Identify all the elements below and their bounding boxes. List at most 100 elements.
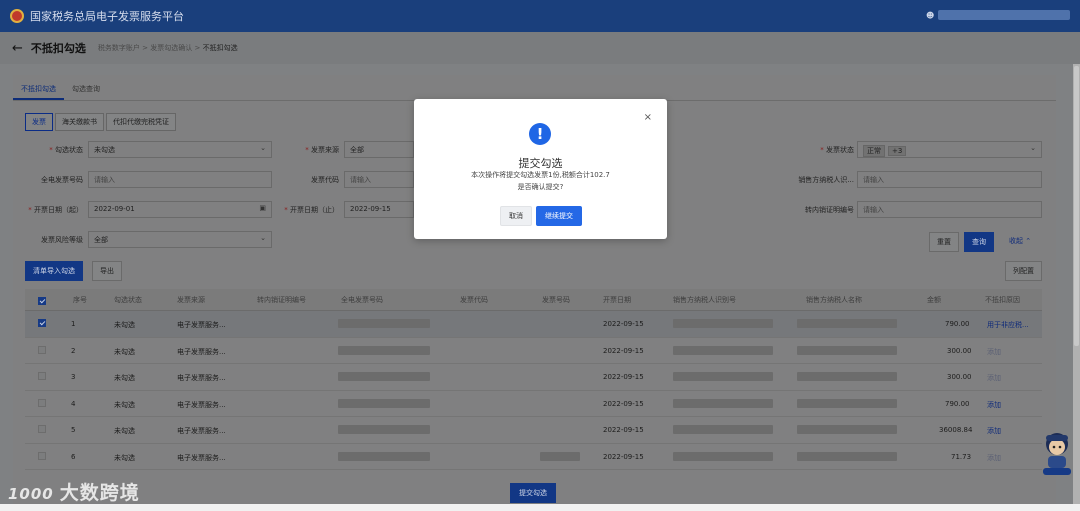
close-icon[interactable]: × [644,112,652,123]
chevron-down-icon: ⌄ [1030,144,1036,152]
status-tag: 正常 [863,145,885,157]
einvoice-no-input[interactable]: 请输入 [88,171,272,188]
invoice-status-label-text: 发票状态 [826,146,854,154]
redacted-seller-id [673,425,773,434]
user-menu[interactable]: ☻ [926,10,1070,20]
page-header: ← 不抵扣勾选 税务数字账户 > 发票勾选确认 > 不抵扣勾选 [0,32,1080,64]
tab-select-query[interactable]: 勾选查询 [64,75,108,100]
redacted-seller-name [797,425,897,434]
col-header: 销售方纳税人名称 [806,296,862,304]
breadcrumb-item[interactable]: 税务数字账户 [98,44,140,52]
watermark: 1000 大数跨境 [8,478,140,505]
row-checkbox[interactable] [38,345,46,354]
row-checkbox[interactable] [38,372,46,380]
submit-confirm-dialog: × ! 提交勾选 本次操作将提交勾选发票1份,税额合计102.7 是否确认提交?… [414,99,667,239]
date-start-label: * 开票日期（起） [28,206,83,214]
invoice-status-select[interactable]: 正常 +3 ⌄ [857,141,1042,158]
date-start-value: 2022-09-01 [94,205,135,213]
row-reason-link[interactable]: 添加 [987,453,1001,463]
row-source: 电子发票服务... [177,374,226,382]
row-status: 未勾选 [114,347,135,356]
row-reason-link[interactable]: 添加 [987,373,1001,383]
row-no: 4 [71,399,76,408]
export-button[interactable]: 导出 [92,261,122,281]
row-reason-link[interactable]: 用于非应税... [987,320,1029,330]
row-date: 2022-09-15 [603,346,644,355]
row-checkbox[interactable] [38,425,46,433]
row-reason-link[interactable]: 添加 [987,426,1001,436]
source-select[interactable]: 全部 [344,141,414,158]
alert-icon: ! [529,123,551,145]
import-select-button[interactable]: 清单导入勾选 [25,261,83,281]
table-header: 序号 勾选状态 发票来源 转内销证明编号 全电发票号码 发票代码 发票号码 开票… [25,289,1042,311]
subtab-withholding-certificate[interactable]: 代扣代缴完税凭证 [106,113,176,131]
redacted-invoice-no [338,425,430,434]
reset-button[interactable]: 重置 [929,232,959,252]
row-no: 1 [71,320,76,328]
redacted-seller-id [673,319,773,328]
submit-selection-button[interactable]: 提交勾选 [510,483,556,503]
seller-id-label: 销售方纳税人识... [798,176,854,184]
row-no: 3 [71,373,76,381]
table-row[interactable]: 4 未勾选 电子发票服务... 2022-09-15 790.00 添加 [25,390,1042,417]
redacted-invoice-no [338,451,430,461]
subtab-invoice[interactable]: 发票 [25,113,53,131]
row-date: 2022-09-15 [603,452,644,461]
row-date: 2022-09-15 [603,426,644,434]
col-header: 销售方纳税人识别号 [673,296,736,304]
col-header: 序号 [73,296,87,304]
collapse-toggle[interactable]: 收起 ⌃ [1009,236,1031,246]
row-reason-link[interactable]: 添加 [987,400,1001,410]
row-status: 未勾选 [114,374,135,382]
invoice-code-input[interactable]: 请输入 [344,171,414,188]
row-reason-link[interactable]: 添加 [987,347,1001,357]
seller-id-input[interactable]: 请输入 [857,171,1042,188]
continue-submit-button[interactable]: 继续提交 [536,206,582,226]
row-source: 电子发票服务... [177,427,226,435]
row-amount: 71.73 [951,452,972,461]
breadcrumb-item[interactable]: 发票勾选确认 [150,44,192,52]
redacted-seller-id [673,372,773,381]
row-amount: 790.00 [945,320,970,328]
page-scrollbar[interactable] [1073,64,1080,504]
tab-no-deduction-select[interactable]: 不抵扣勾选 [13,75,64,100]
subtab-customs-payment[interactable]: 海关缴款书 [55,113,104,131]
source-label-text: 发票来源 [311,146,339,154]
row-status: 未勾选 [114,453,135,462]
cancel-button[interactable]: 取消 [500,206,532,226]
row-checkbox[interactable] [38,398,46,407]
redacted-invoice-no [338,398,430,408]
check-status-label: * 勾选状态 [49,146,83,154]
table-row[interactable]: 3 未勾选 电子发票服务... 2022-09-15 300.00 添加 [25,364,1042,391]
back-arrow-icon[interactable]: ← [12,41,23,56]
row-source: 电子发票服务... [177,321,226,329]
transfer-no-input[interactable]: 请输入 [857,201,1042,218]
risk-level-select[interactable]: 全部 ⌄ [88,231,272,248]
date-start-picker[interactable]: 2022-09-01 ▣ [88,201,272,218]
redacted-invoice-no [338,372,430,381]
table-row[interactable]: 2 未勾选 电子发票服务... 2022-09-15 300.00 添加 [25,337,1042,364]
col-header: 不抵扣原因 [985,296,1020,304]
risk-level-label: 发票风险等级 [41,236,83,244]
row-source: 电子发票服务... [177,347,226,356]
redacted-seller-name [797,345,897,355]
source-label: * 发票来源 [305,146,339,154]
select-all-checkbox[interactable] [38,297,46,305]
assistant-robot-icon[interactable] [1041,431,1073,477]
col-header: 金额 [927,296,941,304]
status-more-tag: +3 [888,146,907,156]
query-button[interactable]: 查询 [964,232,994,252]
column-config-button[interactable]: 列配置 [1005,261,1042,281]
table-row[interactable]: 1 未勾选 电子发票服务... 2022-09-15 790.00 用于非应税.… [25,311,1042,338]
redacted-seller-name [797,319,897,328]
check-status-select[interactable]: 未勾选 ⌄ [88,141,272,158]
check-status-label-text: 勾选状态 [55,146,83,154]
scrollbar-thumb[interactable] [1074,66,1079,346]
table-row[interactable]: 5 未勾选 电子发票服务... 2022-09-15 36008.84 添加 [25,417,1042,444]
table-row[interactable]: 6 未勾选 电子发票服务... 2022-09-15 71.73 添加 [25,443,1042,470]
date-end-picker[interactable]: 2022-09-15 [344,201,414,218]
bottom-scroll-track [0,504,1080,511]
row-checkbox[interactable] [38,451,46,460]
row-checkbox[interactable] [38,319,46,327]
row-source: 电子发票服务... [177,400,226,409]
